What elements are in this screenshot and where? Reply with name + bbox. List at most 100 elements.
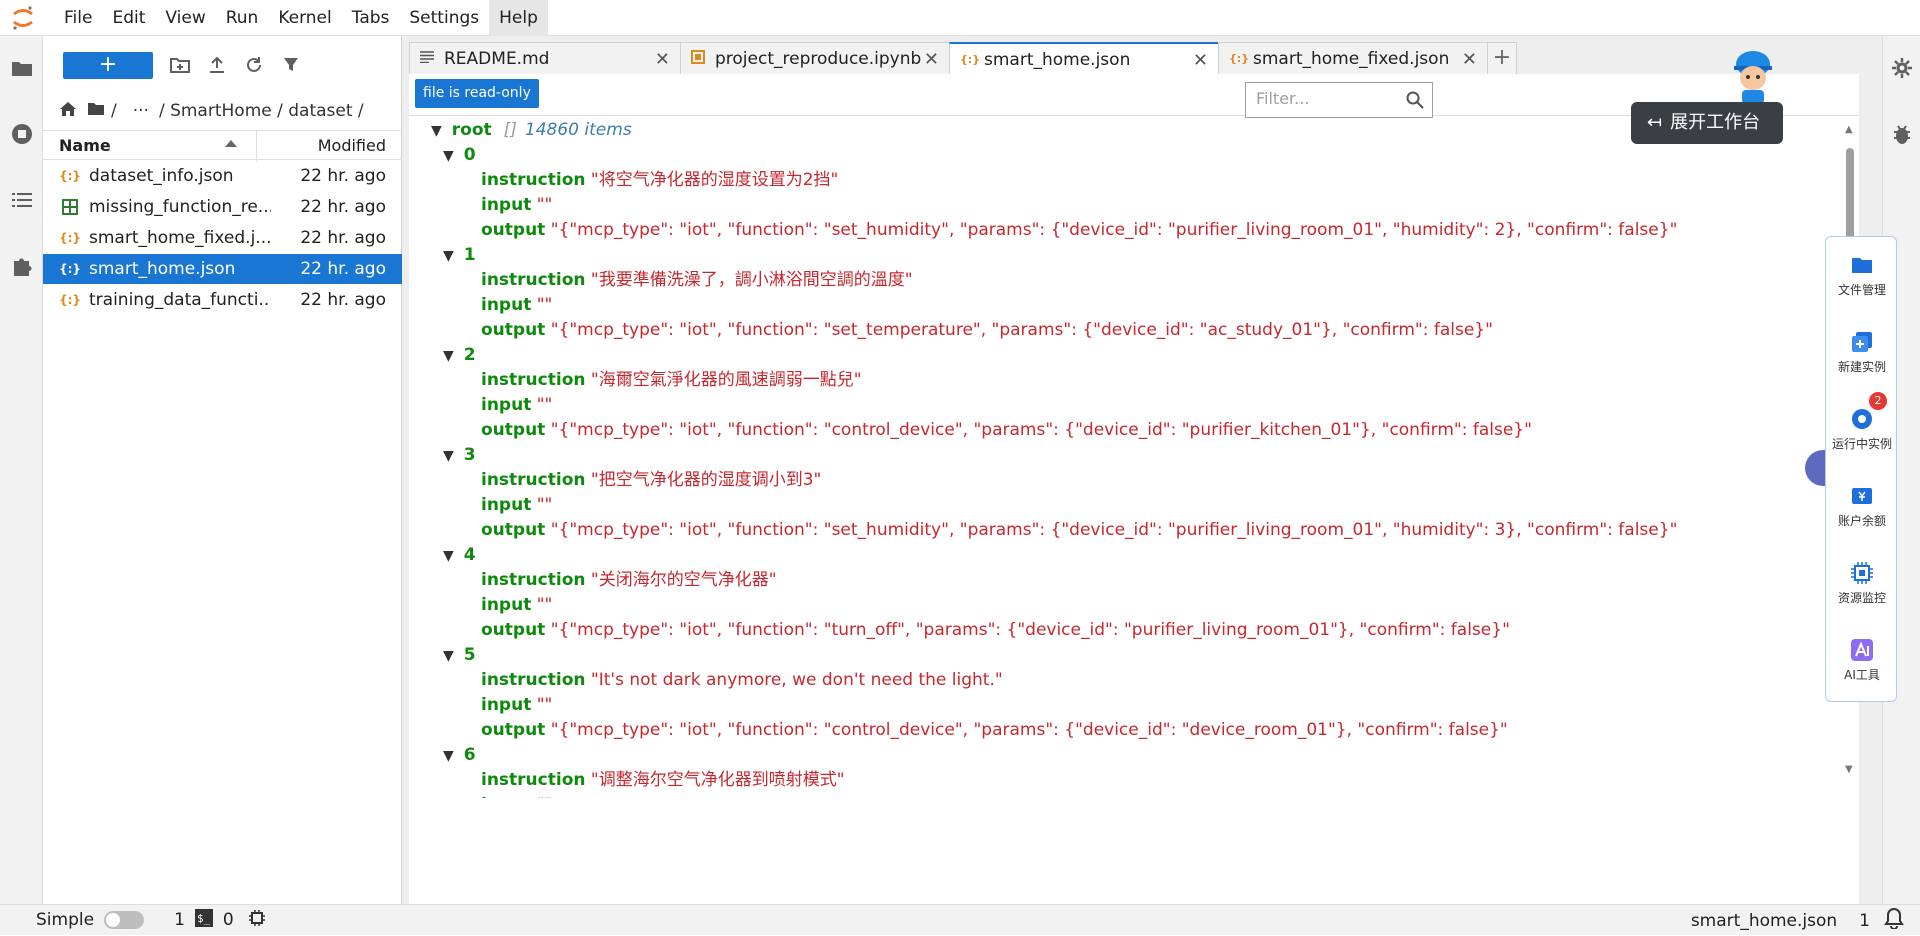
extensions-puzzle-icon[interactable] [10, 254, 34, 278]
menu-settings[interactable]: Settings [399, 0, 489, 36]
file-browser: + / ··· / SmartHome / dataset / Name Mod… [43, 36, 402, 904]
json-index: 4 [463, 545, 476, 565]
upload-icon[interactable] [206, 54, 228, 76]
tab-smart-home-json[interactable]: {:} smart_home.json ✕ [949, 42, 1219, 75]
collapse-arrow-icon[interactable]: ▼ [431, 123, 442, 139]
menu-help[interactable]: Help [489, 0, 548, 36]
collapse-arrow-icon[interactable]: ▼ [443, 648, 454, 664]
expand-workspace-button[interactable]: ↤ 展开工作台 [1631, 102, 1783, 144]
close-icon[interactable]: ✕ [1462, 49, 1477, 70]
tab-notebook[interactable]: project_reproduce.ipynb ✕ [680, 42, 950, 74]
svg-text:$_: $_ [197, 912, 211, 925]
scroll-down-icon[interactable]: ▼ [1845, 764, 1853, 775]
json-field-line: instruction "It's not dark anymore, we d… [481, 668, 1003, 693]
file-row-selected[interactable]: {:} smart_home.json 22 hr. ago [43, 254, 402, 284]
add-tab-button[interactable]: + [1487, 42, 1517, 74]
json-value: "调整海尔空气净化器到喷射模式" [590, 770, 845, 790]
tool-resource-monitor[interactable]: 资源监控 [1826, 561, 1898, 606]
json-field-line: instruction "海爾空氣淨化器的風速調弱一點兒" [481, 368, 862, 393]
json-entry-line: ▼ 0 [443, 143, 476, 168]
menu-kernel[interactable]: Kernel [268, 0, 341, 36]
tool-file-manager[interactable]: 文件管理 [1826, 253, 1898, 298]
expand-workspace-label: 展开工作台 [1670, 112, 1761, 133]
scroll-up-icon[interactable]: ▲ [1845, 124, 1853, 135]
close-icon[interactable]: ✕ [655, 49, 670, 70]
file-modified: 22 hr. ago [300, 197, 386, 217]
add-instance-icon [1852, 332, 1872, 352]
menu-run[interactable]: Run [216, 0, 269, 36]
close-icon[interactable]: ✕ [1193, 50, 1208, 71]
column-name[interactable]: Name [59, 136, 111, 155]
json-field-line: instruction "关闭海尔的空气净化器" [481, 568, 777, 593]
kernel-status-icon[interactable] [248, 909, 266, 932]
file-row[interactable]: {:} training_data_functi... 22 hr. ago [43, 285, 402, 315]
tool-running-instances[interactable]: 运行中实例 [1826, 407, 1898, 452]
new-folder-icon[interactable] [169, 54, 191, 76]
simple-mode-toggle[interactable] [104, 911, 145, 929]
status-line: 1 [1859, 910, 1870, 931]
menu-view[interactable]: View [155, 0, 215, 36]
table-of-contents-icon[interactable] [10, 188, 34, 212]
file-row[interactable]: missing_function_re... 22 hr. ago [43, 192, 402, 222]
collapse-arrow-icon[interactable]: ▼ [443, 348, 454, 364]
debugger-bug-icon[interactable] [1890, 122, 1914, 146]
tab-label: project_reproduce.ipynb [715, 48, 922, 69]
json-key: output [481, 620, 546, 640]
terminal-icon[interactable]: $_ [194, 908, 213, 932]
json-value: "" [536, 695, 553, 715]
breadcrumb-ellipsis[interactable]: ··· [133, 101, 149, 121]
json-key: output [481, 720, 546, 740]
json-key: instruction [481, 170, 586, 190]
json-field-line: instruction "将空气净化器的湿度设置为2挡" [481, 168, 838, 193]
mascot-avatar[interactable] [1730, 48, 1776, 104]
refresh-icon[interactable] [243, 54, 265, 76]
column-modified[interactable]: Modified [318, 136, 386, 155]
json-value: "" [536, 595, 553, 615]
tab-readme[interactable]: README.md ✕ [409, 42, 681, 74]
breadcrumb-root[interactable]: / [111, 101, 117, 121]
menu-file[interactable]: File [54, 0, 102, 36]
running-kernels-icon[interactable] [10, 122, 34, 146]
close-icon[interactable]: ✕ [924, 49, 939, 70]
json-field-line: input "" [481, 793, 552, 798]
folder-icon[interactable] [87, 101, 105, 121]
file-row[interactable]: {:} dataset_info.json 22 hr. ago [43, 161, 402, 191]
home-icon[interactable] [59, 101, 77, 122]
tool-new-instance[interactable]: 新建实例 [1826, 330, 1898, 375]
menu-tabs[interactable]: Tabs [342, 0, 400, 36]
json-index: 3 [463, 445, 476, 465]
menu-edit[interactable]: Edit [102, 0, 155, 36]
tool-ai-tools[interactable]: AI工具 [1826, 638, 1898, 683]
collapse-arrow-icon[interactable]: ▼ [443, 548, 454, 564]
json-value: "{"mcp_type": "iot", "function": "set_te… [550, 320, 1493, 340]
new-launcher-button[interactable]: + [63, 52, 153, 79]
json-icon: {:} [59, 293, 81, 307]
notification-bell-icon[interactable] [1884, 907, 1904, 934]
json-root-line: ▼ root [] 14860 items [431, 118, 632, 143]
collapse-arrow-icon[interactable]: ▼ [443, 248, 454, 264]
collapse-arrow-icon[interactable]: ▼ [443, 748, 454, 764]
breadcrumb: / ··· / SmartHome / dataset / [59, 96, 370, 126]
tool-panel: 文件管理 新建实例 运行中实例 2 账户余额 资源监控 AI工具 [1825, 236, 1897, 702]
breadcrumb-path[interactable]: / SmartHome / dataset / [159, 101, 364, 121]
filter-input[interactable]: Filter... [1245, 82, 1433, 118]
json-icon: {:} [59, 262, 81, 276]
tool-account-balance[interactable]: 账户余额 [1826, 484, 1898, 529]
csv-icon [61, 198, 79, 216]
ai-tools-icon [1851, 639, 1873, 661]
collapse-arrow-icon[interactable]: ▼ [443, 448, 454, 464]
json-key: input [481, 795, 531, 798]
tab-smart-home-fixed-json[interactable]: {:} smart_home_fixed.json ✕ [1218, 42, 1488, 74]
file-row[interactable]: {:} smart_home_fixed.j... 22 hr. ago [43, 223, 402, 253]
column-divider[interactable] [256, 131, 257, 161]
folder-icon[interactable] [10, 56, 34, 80]
settings-gear-icon[interactable] [1890, 56, 1914, 80]
collapse-arrow-icon[interactable]: ▼ [443, 148, 454, 164]
json-field-line: instruction "我要準備洗澡了，調小淋浴間空調的溫度" [481, 268, 913, 293]
filter-files-icon[interactable] [280, 54, 302, 76]
search-icon[interactable] [1406, 91, 1424, 109]
json-value: "It's not dark anymore, we don't need th… [590, 670, 1003, 690]
json-key: instruction [481, 670, 586, 690]
json-entry-line: ▼ 3 [443, 443, 476, 468]
json-value: "" [536, 495, 553, 515]
